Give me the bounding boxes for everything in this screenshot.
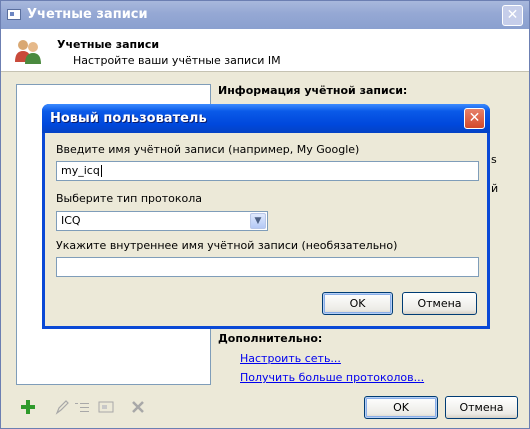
protocol-select[interactable]: ICQ ▼	[56, 211, 268, 231]
properties-icon[interactable]	[98, 399, 114, 415]
dialog-close-button[interactable]: ✕	[464, 108, 485, 129]
account-info-text: s	[491, 153, 497, 166]
cancel-button[interactable]: Отмена	[445, 396, 518, 419]
ok-button[interactable]: OK	[364, 396, 438, 419]
protocol-label: Выберите тип протокола	[56, 192, 203, 205]
dialog-ok-button[interactable]: OK	[322, 292, 393, 315]
account-info-heading: Информация учётной записи:	[218, 84, 408, 97]
network-settings-link[interactable]: Настроить сеть...	[240, 352, 341, 365]
edit-icon[interactable]	[54, 399, 70, 415]
window-header: Учетные записи Настройте ваши учётные за…	[1, 29, 529, 72]
new-user-dialog-titlebar[interactable]: Новый пользователь ✕	[42, 104, 490, 133]
more-heading: Дополнительно:	[218, 332, 323, 345]
account-name-label: Введите имя учётной записи (например, My…	[56, 143, 360, 156]
get-more-protocols-link[interactable]: Получить больше протоколов...	[240, 371, 424, 384]
header-title: Учетные записи	[57, 38, 160, 51]
window-close-button[interactable]: ✕	[502, 5, 523, 26]
window-title: Учетные записи	[27, 7, 148, 22]
delete-icon[interactable]	[130, 399, 146, 415]
rename-icon[interactable]	[74, 399, 90, 415]
add-icon[interactable]	[20, 399, 36, 415]
protocol-selected-value: ICQ	[61, 214, 81, 227]
header-subtitle: Настройте ваши учётные записи IM	[73, 54, 281, 67]
account-name-input[interactable]: my_icq	[56, 161, 479, 181]
users-icon	[15, 40, 41, 64]
new-user-dialog: Новый пользователь ✕ Введите имя учётной…	[42, 104, 490, 329]
dialog-title: Новый пользователь	[50, 111, 207, 126]
dialog-cancel-button[interactable]: Отмена	[402, 292, 477, 315]
dialog-body: Введите имя учётной записи (например, My…	[45, 133, 487, 326]
account-info-text: й	[491, 182, 499, 195]
chevron-down-icon[interactable]: ▼	[250, 213, 266, 229]
internal-name-input[interactable]	[56, 257, 479, 277]
accounts-window-titlebar[interactable]: Учетные записи ✕	[1, 1, 529, 29]
window-app-icon	[7, 9, 21, 20]
internal-name-label: Укажите внутреннее имя учётной записи (н…	[56, 239, 398, 252]
